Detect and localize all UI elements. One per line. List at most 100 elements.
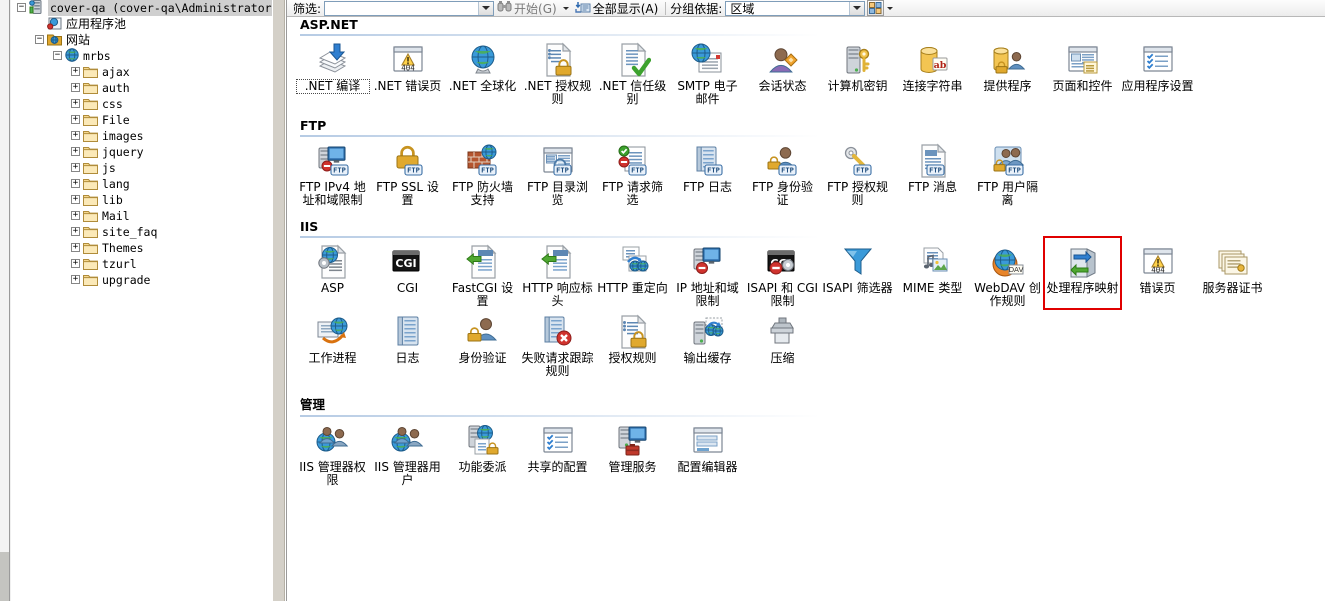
feature-item[interactable]: FTP FTP 日志 — [670, 137, 745, 207]
pane-splitter[interactable] — [272, 0, 285, 601]
feature-item[interactable]: CGI ISAPI 和 CGI 限制 — [745, 238, 820, 308]
show-all-button[interactable]: 全部显示(A) — [572, 1, 662, 16]
feature-item[interactable]: FTP FTP 用户隔离 — [970, 137, 1045, 207]
feature-item[interactable]: .NET 全球化 — [445, 36, 520, 106]
group-by-chevron-down-icon[interactable] — [849, 1, 865, 15]
feature-item[interactable]: 404 .NET 错误页 — [370, 36, 445, 106]
collapse-icon[interactable]: − — [53, 50, 62, 60]
expand-icon[interactable]: + — [71, 162, 80, 172]
feature-item[interactable]: FTP FTP SSL 设置 — [370, 137, 445, 207]
feature-item[interactable]: FTP FTP 防火墙支持 — [445, 137, 520, 207]
expand-icon[interactable]: + — [71, 82, 80, 92]
tree-item[interactable]: + upgrade — [11, 272, 272, 288]
feature-item[interactable]: 计算机密钥 — [820, 36, 895, 106]
feature-item[interactable]: HTTP 响应标头 — [520, 238, 595, 308]
tree-item[interactable]: − cover-qa (cover-qa\Administrator) — [11, 0, 272, 16]
tree-item[interactable]: + site_faq — [11, 224, 272, 240]
tree-item[interactable]: − mrbs — [11, 48, 272, 64]
tree-item[interactable]: + tzurl — [11, 256, 272, 272]
feature-item[interactable]: 页面和控件 — [1045, 36, 1120, 106]
feature-item[interactable]: 授权规则 — [595, 308, 670, 378]
feature-item[interactable]: 日志 — [370, 308, 445, 378]
feature-item[interactable]: 服务器证书 — [1195, 238, 1270, 308]
tree-item[interactable]: + Themes — [11, 240, 272, 256]
expand-icon[interactable]: + — [71, 114, 80, 124]
feature-item[interactable]: 工作进程 — [295, 308, 370, 378]
feature-item[interactable]: FTP FTP 授权规则 — [820, 137, 895, 207]
feature-item[interactable]: 404 错误页 — [1120, 238, 1195, 308]
feature-item[interactable]: FTP FTP 消息 — [895, 137, 970, 207]
feature-section: ASP.NET .NET 编译 404 .NET 错误页 .NET 全球化 .NET 授权… — [287, 17, 1325, 106]
tree-item[interactable]: + lang — [11, 176, 272, 192]
collapse-icon[interactable]: − — [35, 34, 44, 44]
filter-input-combo[interactable] — [324, 0, 495, 16]
feature-item[interactable]: 功能委派 — [445, 417, 520, 487]
expand-icon[interactable]: + — [71, 274, 80, 284]
feature-item[interactable]: DAV WebDAV 创作规则 — [970, 238, 1045, 308]
expand-icon[interactable]: + — [71, 226, 80, 236]
feature-item[interactable]: 配置编辑器 — [670, 417, 745, 487]
filter-chevron-down-icon[interactable] — [478, 1, 494, 15]
feature-item[interactable]: 身份验证 — [445, 308, 520, 378]
expand-icon[interactable]: + — [71, 242, 80, 252]
feature-item[interactable]: 压缩 — [745, 308, 820, 378]
expand-icon[interactable]: + — [71, 194, 80, 204]
feature-item[interactable]: 输出缓存 — [670, 308, 745, 378]
feature-item[interactable]: 管理服务 — [595, 417, 670, 487]
group-by-value[interactable]: 区域 — [726, 0, 849, 17]
feature-item[interactable]: 提供程序 — [970, 36, 1045, 106]
expand-icon[interactable]: + — [71, 130, 80, 140]
feature-item[interactable]: IIS 管理器用户 — [370, 417, 445, 487]
feature-item[interactable]: FTP FTP 目录浏览 — [520, 137, 595, 207]
tree-item[interactable]: + File — [11, 112, 272, 128]
feature-item[interactable]: FTP FTP 身份验证 — [745, 137, 820, 207]
left-scrollbar[interactable] — [0, 0, 10, 601]
start-filter-button[interactable]: 开始(G) — [494, 1, 560, 16]
tree-item[interactable]: + auth — [11, 80, 272, 96]
feature-item[interactable]: FTP FTP IPv4 地址和域限制 — [295, 137, 370, 207]
tree-item[interactable]: + ajax — [11, 64, 272, 80]
collapse-icon[interactable]: − — [17, 2, 26, 12]
feature-item[interactable]: SMTP 电子邮件 — [670, 36, 745, 106]
tree-item[interactable]: + jquery — [11, 144, 272, 160]
tree-item[interactable]: + lib — [11, 192, 272, 208]
feature-item[interactable]: 应用程序设置 — [1120, 36, 1195, 106]
feature-item[interactable]: HTTP 重定向 — [595, 238, 670, 308]
feature-item[interactable]: 会话状态 — [745, 36, 820, 106]
tree-item[interactable]: − 网站 — [11, 32, 272, 48]
feature-item[interactable]: IP 地址和域限制 — [670, 238, 745, 308]
view-mode-dropdown[interactable] — [884, 1, 896, 16]
section-title: ASP.NET — [300, 17, 358, 32]
tree-item[interactable]: + js — [11, 160, 272, 176]
group-by-combo[interactable]: 区域 — [725, 0, 866, 17]
tree-item[interactable]: + css — [11, 96, 272, 112]
feature-item[interactable]: CGI CGI — [370, 238, 445, 308]
feature-item[interactable]: 共享的配置 — [520, 417, 595, 487]
connections-tree[interactable]: − cover-qa (cover-qa\Administrator) 应用程序池 −… — [11, 0, 272, 601]
feature-item[interactable]: .NET 信任级别 — [595, 36, 670, 106]
feature-item[interactable]: MIME 类型 — [895, 238, 970, 308]
feature-item[interactable]: ISAPI 筛选器 — [820, 238, 895, 308]
feature-item[interactable]: .NET 编译 — [295, 36, 370, 106]
expand-icon[interactable]: + — [71, 178, 80, 188]
left-scrollbar-thumb[interactable] — [0, 552, 9, 601]
feature-item[interactable]: IIS 管理器权限 — [295, 417, 370, 487]
feature-item[interactable]: 失败请求跟踪规则 — [520, 308, 595, 378]
iis-manager-users-icon — [390, 423, 426, 459]
view-mode-button[interactable] — [867, 0, 885, 16]
expand-icon[interactable]: + — [71, 66, 80, 76]
start-filter-dropdown[interactable] — [560, 1, 572, 16]
feature-item[interactable]: ab 连接字符串 — [895, 36, 970, 106]
feature-item[interactable]: ASP — [295, 238, 370, 308]
tree-item[interactable]: + Mail — [11, 208, 272, 224]
feature-item[interactable]: FTP FTP 请求筛选 — [595, 137, 670, 207]
feature-item[interactable]: .NET 授权规则 — [520, 36, 595, 106]
feature-item[interactable]: 处理程序映射 — [1043, 236, 1122, 310]
tree-item[interactable]: + images — [11, 128, 272, 144]
expand-icon[interactable]: + — [71, 258, 80, 268]
expand-icon[interactable]: + — [71, 146, 80, 156]
expand-icon[interactable]: + — [71, 210, 80, 220]
tree-item[interactable]: 应用程序池 — [11, 16, 272, 32]
feature-item[interactable]: FastCGI 设置 — [445, 238, 520, 308]
expand-icon[interactable]: + — [71, 98, 80, 108]
